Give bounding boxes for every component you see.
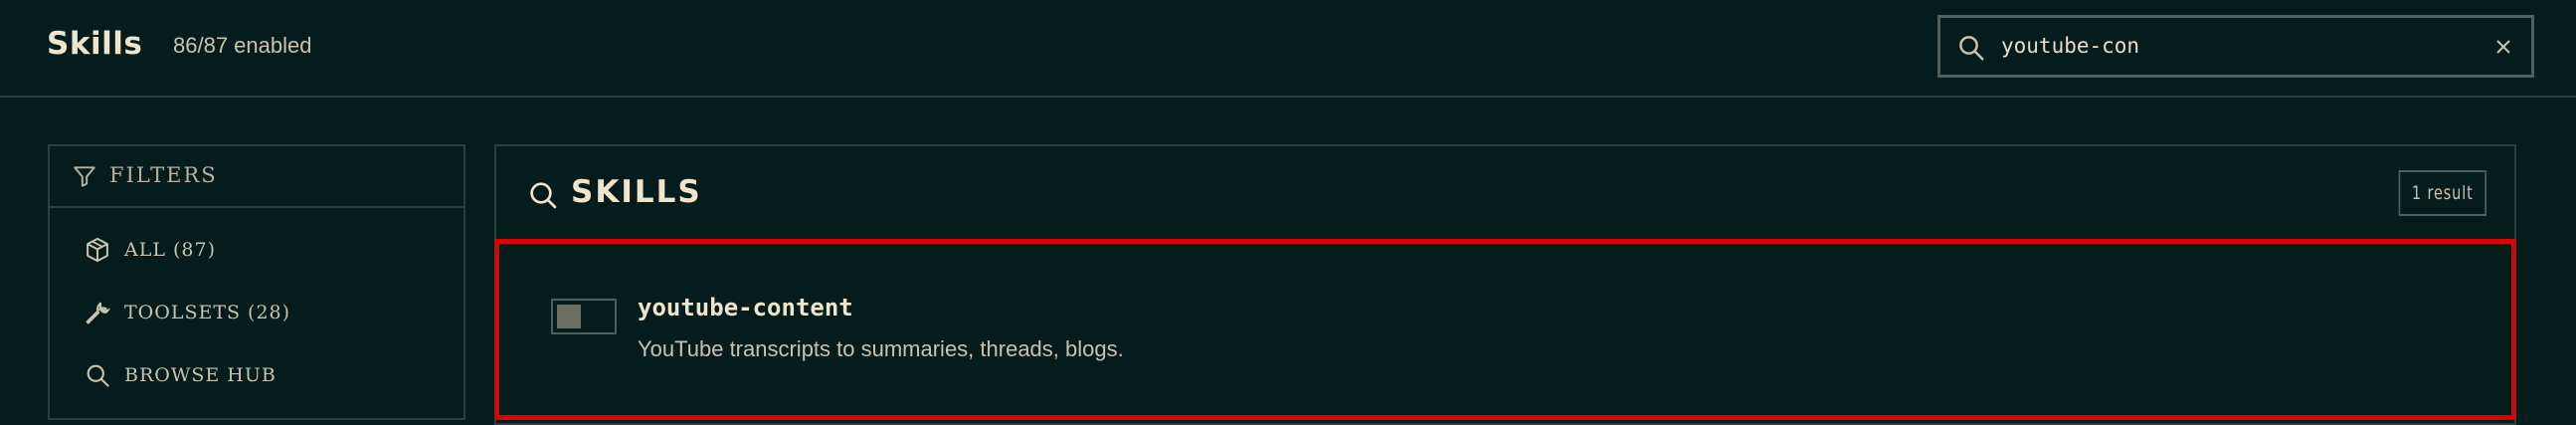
box-icon	[87, 237, 108, 263]
wrench-icon	[86, 302, 111, 324]
filter-icon	[74, 166, 95, 187]
search-icon	[87, 364, 109, 387]
filter-item-browse-hub[interactable]: BROWSE HUB	[50, 350, 463, 400]
filter-label-toolsets: TOOLSETS (28)	[124, 302, 291, 323]
skills-title: SKILLS	[571, 174, 702, 210]
filter-label-browse-hub: BROWSE HUB	[124, 364, 276, 386]
header-bar: Skills 86/87 enabled youtube-con	[0, 0, 2576, 98]
skill-enable-toggle[interactable]	[551, 299, 617, 334]
toggle-knob	[557, 305, 581, 328]
filter-label-all: ALL (87)	[124, 239, 216, 261]
filters-heading: FILTERS	[109, 163, 218, 187]
search-input[interactable]: youtube-con	[2001, 34, 2139, 58]
close-icon[interactable]	[2491, 35, 2515, 59]
page-title: Skills	[47, 26, 143, 62]
skill-description: YouTube transcripts to summaries, thread…	[638, 336, 1124, 361]
filter-item-toolsets[interactable]: TOOLSETS (28)	[50, 288, 463, 337]
filters-panel: FILTERS ALL (87) TOOLSETS (28) BROWSE HU…	[48, 144, 465, 420]
enabled-count: 86/87 enabled	[173, 33, 312, 58]
search-icon	[530, 182, 557, 209]
filter-item-all[interactable]: ALL (87)	[50, 225, 463, 275]
skill-name: youtube-content	[638, 294, 853, 321]
filters-header: FILTERS	[50, 146, 463, 208]
search-icon	[1959, 36, 1984, 61]
search-box[interactable]: youtube-con	[1937, 15, 2534, 78]
result-count-badge: 1 result	[2398, 170, 2486, 216]
skill-card[interactable]: youtube-content YouTube transcripts to s…	[494, 239, 2516, 420]
